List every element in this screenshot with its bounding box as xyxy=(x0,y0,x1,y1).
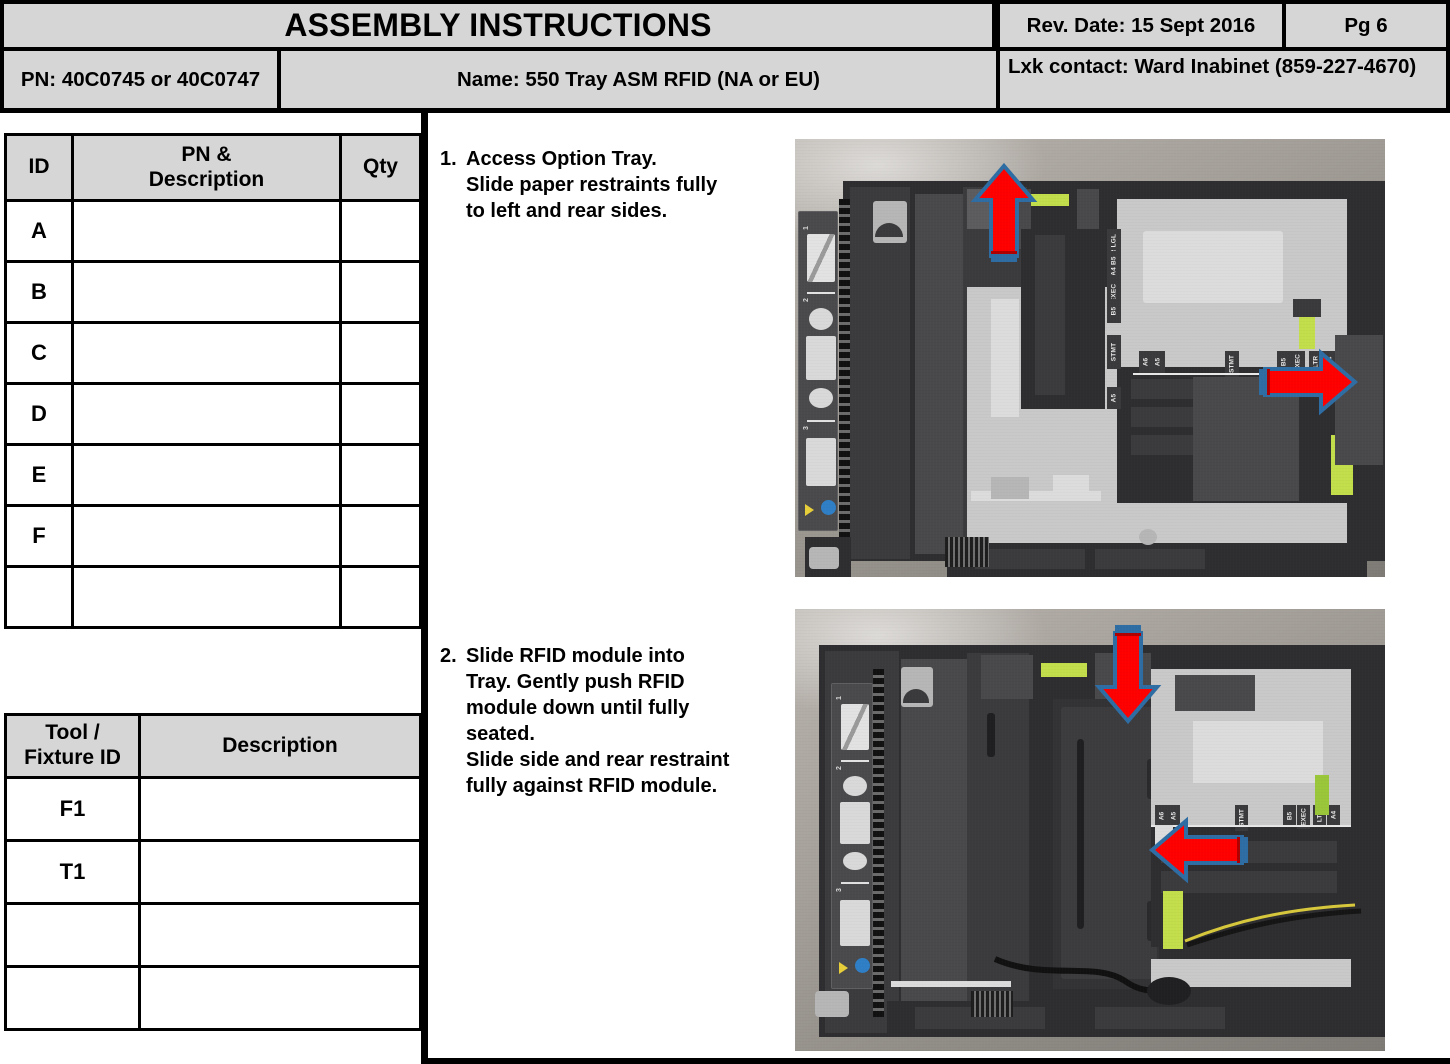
table-row: E xyxy=(4,443,422,507)
step-1-line-3: to left and rear sides. xyxy=(466,200,668,222)
tool-table-header-row: Tool / Fixture ID Description xyxy=(4,713,422,779)
table-row: T1 xyxy=(4,839,422,905)
step-1-line-2: Slide paper restraints fully xyxy=(466,174,718,196)
photo-step-2: 1 2 3 A6 A5 STMT B5 EXEC LTR A4 xyxy=(795,609,1385,1051)
table-row: C xyxy=(4,321,422,385)
tool-table-body: F1 T1 xyxy=(4,776,422,1031)
parts-cell-qty[interactable] xyxy=(339,199,422,263)
parts-table-body: A B C D E F xyxy=(4,199,422,629)
table-row: D xyxy=(4,382,422,446)
parts-cell-description[interactable] xyxy=(71,199,342,263)
parts-cell-id: C xyxy=(4,321,74,385)
parts-col-pn-line1: PN & xyxy=(181,142,232,166)
table-row: B xyxy=(4,260,422,324)
tool-col-description: Description xyxy=(138,713,422,779)
step-2-line-3: module down until fully xyxy=(466,697,690,719)
table-row: F1 xyxy=(4,776,422,842)
parts-cell-id: A xyxy=(4,199,74,263)
parts-cell-qty[interactable] xyxy=(339,504,422,568)
table-row: A xyxy=(4,199,422,263)
step-2-line-2: Tray. Gently push RFID xyxy=(466,671,685,693)
photo-1-grain xyxy=(795,139,1385,577)
tool-fixture-table: Tool / Fixture ID Description F1 T1 xyxy=(4,713,422,1031)
parts-cell-id: D xyxy=(4,382,74,446)
tool-cell-id xyxy=(4,902,141,968)
table-row xyxy=(4,565,422,629)
step-2-line-6: fully against RFID module. xyxy=(466,775,718,797)
page-number: Pg 6 xyxy=(1286,4,1450,47)
contact-info: Lxk contact: Ward Inabinet (859-227-4670… xyxy=(1000,51,1450,108)
parts-col-pn-line2: Description xyxy=(148,167,265,191)
tool-cell-id xyxy=(4,965,141,1031)
right-column: 1. Access Option Tray. Slide paper restr… xyxy=(428,113,1450,1064)
table-row xyxy=(4,965,422,1031)
step-2-line-1: Slide RFID module into xyxy=(466,645,685,667)
step-1-text: 1. Access Option Tray. Slide paper restr… xyxy=(440,146,785,224)
table-row xyxy=(4,902,422,968)
table-row: F xyxy=(4,504,422,568)
column-divider xyxy=(421,113,428,1064)
left-column: ID PN & Description Qty A B C D E F Tool… xyxy=(0,113,425,1064)
assembly-instruction-page: ASSEMBLY INSTRUCTIONS Rev. Date: 15 Sept… xyxy=(0,0,1450,1064)
tool-cell-description[interactable] xyxy=(138,902,422,968)
part-number: PN: 40C0745 or 40C0747 xyxy=(0,51,281,108)
step-2-number: 2. xyxy=(440,645,457,667)
tool-cell-id: F1 xyxy=(4,776,141,842)
parts-cell-qty[interactable] xyxy=(339,565,422,629)
photo-2-grain xyxy=(795,609,1385,1051)
parts-cell-id xyxy=(4,565,74,629)
parts-col-pn-description: PN & Description xyxy=(71,133,342,202)
parts-cell-description[interactable] xyxy=(71,504,342,568)
step-2-line-5: Slide side and rear restraint xyxy=(466,749,730,771)
tool-cell-description[interactable] xyxy=(138,965,422,1031)
step-1-body: Access Option Tray. Slide paper restrain… xyxy=(466,146,785,224)
parts-cell-description[interactable] xyxy=(71,382,342,446)
step-2-text: 2. Slide RFID module into Tray. Gently p… xyxy=(440,643,788,799)
parts-cell-description[interactable] xyxy=(71,321,342,385)
header-row-bottom: PN: 40C0745 or 40C0747 Name: 550 Tray AS… xyxy=(0,51,1450,113)
parts-col-qty: Qty xyxy=(339,133,422,202)
document-title: ASSEMBLY INSTRUCTIONS xyxy=(0,4,996,47)
parts-cell-qty[interactable] xyxy=(339,260,422,324)
header-row-top: ASSEMBLY INSTRUCTIONS Rev. Date: 15 Sept… xyxy=(0,0,1450,51)
parts-cell-id: F xyxy=(4,504,74,568)
parts-col-id: ID xyxy=(4,133,74,202)
parts-cell-id: B xyxy=(4,260,74,324)
tool-cell-description[interactable] xyxy=(138,776,422,842)
photo-step-1: 1 2 3 LTR LGL A4 B5 EXEC B5 STMT A5 A6 A… xyxy=(795,139,1385,577)
assembly-name: Name: 550 Tray ASM RFID (NA or EU) xyxy=(281,51,1000,108)
revision-date: Rev. Date: 15 Sept 2016 xyxy=(996,4,1286,47)
document-header: ASSEMBLY INSTRUCTIONS Rev. Date: 15 Sept… xyxy=(0,0,1450,113)
parts-table-header-row: ID PN & Description Qty xyxy=(4,133,422,202)
parts-cell-description[interactable] xyxy=(71,443,342,507)
tool-col-id: Tool / Fixture ID xyxy=(4,713,141,779)
step-2-body: Slide RFID module into Tray. Gently push… xyxy=(466,643,788,799)
parts-cell-qty[interactable] xyxy=(339,321,422,385)
tool-cell-description[interactable] xyxy=(138,839,422,905)
parts-cell-qty[interactable] xyxy=(339,443,422,507)
tool-col-id-line2: Fixture ID xyxy=(24,746,121,769)
tool-cell-id: T1 xyxy=(4,839,141,905)
parts-table: ID PN & Description Qty A B C D E F xyxy=(4,133,422,629)
tool-col-id-line1: Tool / xyxy=(45,721,100,745)
parts-cell-description[interactable] xyxy=(71,260,342,324)
parts-cell-id: E xyxy=(4,443,74,507)
step-2-line-4: seated. xyxy=(466,723,535,745)
step-1-number: 1. xyxy=(440,148,457,170)
step-1-line-1: Access Option Tray. xyxy=(466,148,657,170)
parts-cell-qty[interactable] xyxy=(339,382,422,446)
parts-cell-description[interactable] xyxy=(71,565,342,629)
